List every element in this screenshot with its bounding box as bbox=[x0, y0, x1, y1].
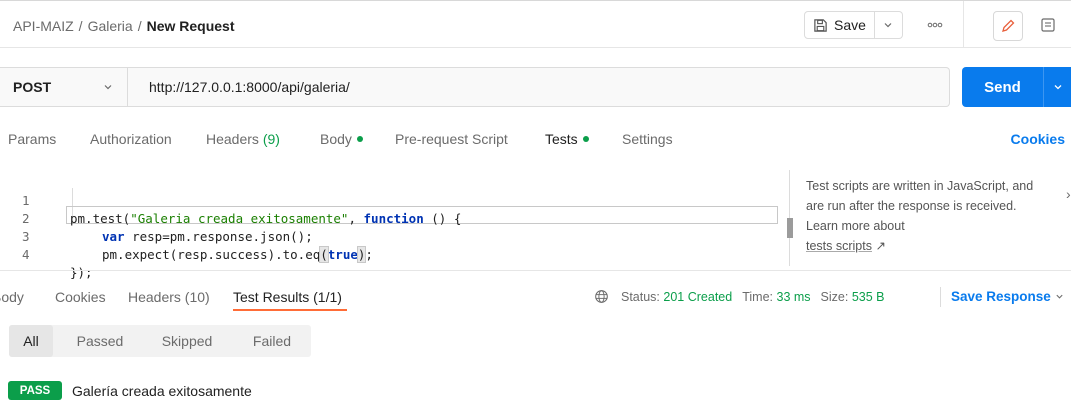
save-icon bbox=[814, 18, 827, 32]
tab-tests[interactable]: Tests bbox=[545, 131, 589, 147]
time-value[interactable]: 33 ms bbox=[777, 290, 811, 304]
test-result-name: Galería creada exitosamente bbox=[72, 383, 252, 399]
request-header: API-MAIZ / Galeria / New Request Save bbox=[0, 0, 1071, 48]
filter-passed[interactable]: Passed bbox=[65, 325, 135, 357]
tab-tests-label: Tests bbox=[545, 131, 578, 147]
response-tab-headers[interactable]: Headers (10) bbox=[128, 289, 210, 305]
tab-headers-label: Headers bbox=[206, 131, 259, 147]
method-select[interactable]: POST bbox=[0, 68, 128, 106]
send-dropdown-button[interactable] bbox=[1043, 67, 1071, 107]
tab-headers[interactable]: Headers (9) bbox=[206, 131, 280, 147]
more-options-button[interactable] bbox=[923, 15, 947, 35]
code-line: 1 pm.test("Galeria creada exitosamente",… bbox=[0, 174, 780, 226]
editor-scrollbar-thumb[interactable] bbox=[787, 218, 793, 238]
response-tab-body[interactable]: Body bbox=[0, 289, 24, 305]
edit-icon bbox=[1002, 19, 1015, 32]
code-line: 3 pm.expect(resp.success).to.eq(true); bbox=[0, 210, 780, 263]
tab-headers-count: (9) bbox=[262, 131, 280, 147]
tab-body-label: Body bbox=[320, 131, 352, 147]
code-text: }); bbox=[70, 265, 93, 280]
chevron-down-icon bbox=[104, 85, 112, 90]
chevron-down-icon bbox=[1055, 294, 1063, 299]
tab-settings[interactable]: Settings bbox=[622, 131, 673, 147]
response-divider bbox=[0, 270, 1071, 271]
save-response-button[interactable]: Save Response bbox=[951, 289, 1064, 304]
response-tab-test-results[interactable]: Test Results (1/1) bbox=[233, 289, 342, 305]
save-group: Save bbox=[804, 11, 903, 39]
active-tab-underline bbox=[233, 309, 347, 311]
send-button[interactable]: Send bbox=[962, 67, 1043, 107]
help-text: Test scripts are written in JavaScript, … bbox=[806, 179, 1034, 233]
response-meta: Status: 201 Created Time: 33 ms Size: 53… bbox=[594, 289, 885, 304]
code-token: pm.expect(resp.success).to.eq bbox=[102, 247, 321, 262]
method-label: POST bbox=[13, 79, 52, 95]
size-value[interactable]: 535 B bbox=[852, 290, 885, 304]
filter-skipped[interactable]: Skipped bbox=[149, 325, 225, 357]
url-input[interactable] bbox=[128, 68, 949, 106]
test-script-editor[interactable]: 1 pm.test("Galeria creada exitosamente",… bbox=[0, 170, 793, 280]
save-label: Save bbox=[834, 17, 866, 33]
globe-icon[interactable] bbox=[594, 289, 609, 304]
status-label: Status: bbox=[621, 289, 660, 304]
tests-help-panel: Test scripts are written in JavaScript, … bbox=[806, 176, 1046, 256]
filter-all[interactable]: All bbox=[9, 325, 53, 357]
edit-button[interactable] bbox=[993, 11, 1023, 41]
code-line: 4 }); bbox=[0, 228, 780, 280]
code-token: ; bbox=[365, 247, 373, 262]
breadcrumb-collection[interactable]: API-MAIZ bbox=[13, 18, 74, 34]
code-line: 2 var resp=pm.response.json(); bbox=[0, 192, 780, 244]
chevron-down-icon bbox=[884, 23, 892, 28]
breadcrumb: API-MAIZ / Galeria / New Request bbox=[13, 18, 235, 34]
documentation-button[interactable] bbox=[1036, 13, 1060, 37]
status-value[interactable]: 201 Created bbox=[663, 290, 732, 304]
breadcrumb-separator: / bbox=[78, 18, 83, 34]
more-icon bbox=[927, 22, 943, 28]
status-divider bbox=[940, 287, 941, 307]
test-results-filter: All Passed Skipped Failed bbox=[9, 325, 311, 357]
breadcrumb-request-name[interactable]: New Request bbox=[147, 18, 235, 34]
indicator-dot bbox=[582, 136, 589, 143]
documentation-icon bbox=[1041, 18, 1055, 32]
tab-params[interactable]: Params bbox=[8, 131, 56, 147]
send-group: Send bbox=[962, 67, 1071, 107]
save-button[interactable]: Save bbox=[804, 11, 875, 39]
code-keyword: true bbox=[327, 247, 358, 262]
breadcrumb-separator: / bbox=[137, 18, 142, 34]
tab-body[interactable]: Body bbox=[320, 131, 363, 147]
line-number: 4 bbox=[22, 247, 30, 262]
code-text: pm.expect(resp.success).to.eq(true); bbox=[102, 246, 373, 264]
request-tabs: Params Authorization Headers (9) Body Pr… bbox=[0, 131, 1071, 155]
external-link-icon: ↗ bbox=[875, 239, 886, 253]
indicator-dot bbox=[356, 136, 363, 143]
tab-pre-request-script[interactable]: Pre-request Script bbox=[395, 131, 508, 147]
chevron-down-icon bbox=[1054, 85, 1061, 90]
size-label: Size: bbox=[820, 289, 849, 304]
save-dropdown-button[interactable] bbox=[874, 11, 903, 39]
tests-scripts-link[interactable]: tests scripts bbox=[806, 239, 872, 253]
header-divider bbox=[963, 1, 964, 48]
breadcrumb-folder[interactable]: Galeria bbox=[88, 18, 133, 34]
tab-authorization[interactable]: Authorization bbox=[90, 131, 172, 147]
collapse-panel-icon[interactable]: › bbox=[1066, 186, 1071, 202]
time-label: Time: bbox=[742, 289, 774, 304]
cookies-link[interactable]: Cookies bbox=[1011, 131, 1065, 147]
save-response-label: Save Response bbox=[951, 289, 1051, 304]
response-tab-cookies[interactable]: Cookies bbox=[55, 289, 106, 305]
bracket-match: ( bbox=[319, 246, 329, 263]
pass-badge: PASS bbox=[8, 381, 62, 400]
filter-failed[interactable]: Failed bbox=[237, 325, 307, 357]
url-bar: POST bbox=[0, 67, 950, 107]
